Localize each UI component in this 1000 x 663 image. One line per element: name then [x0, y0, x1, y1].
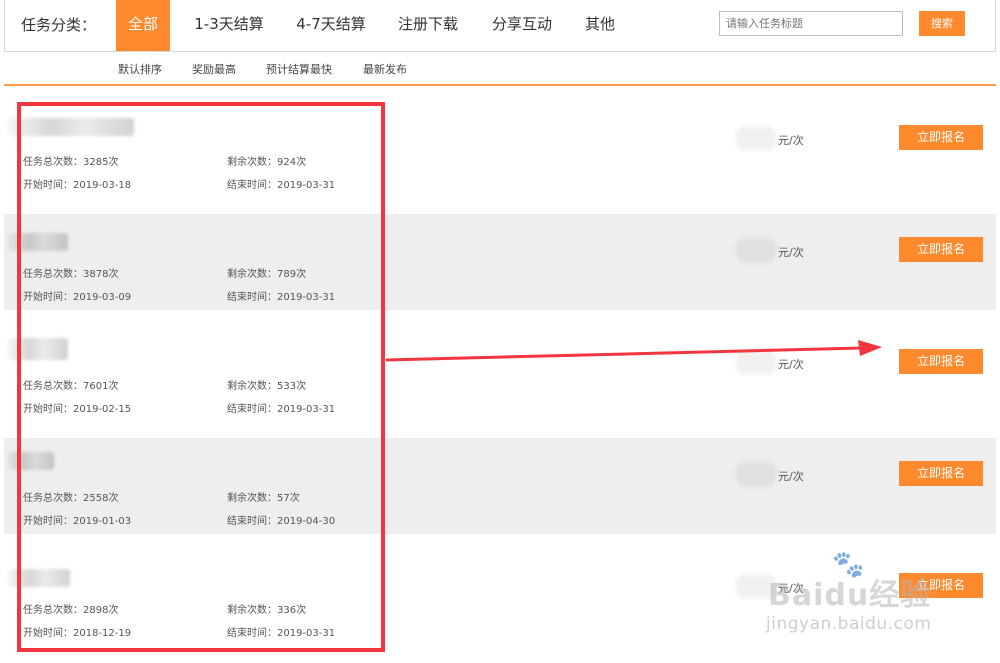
category-label: 任务分类： — [21, 16, 97, 34]
task-remaining-count: 剩余次数：336次 — [227, 605, 307, 616]
task-total-count: 任务总次数：2898次 — [23, 605, 119, 616]
sort-newest[interactable]: 最新发布 — [363, 61, 407, 77]
task-end-time: 结束时间：2019-03-31 — [227, 292, 336, 303]
task-row: 任务总次数：2558次 剩余次数：57次 开始时间：2019-01-03 结束时… — [4, 438, 996, 534]
price-unit: 元/次 — [778, 134, 804, 147]
task-total-count: 任务总次数：3878次 — [23, 269, 119, 280]
search-button[interactable]: 搜索 — [919, 11, 965, 36]
task-total-count: 任务总次数：3285次 — [23, 157, 119, 168]
tab-settle-4-7-days[interactable]: 4-7天结算 — [285, 0, 377, 51]
tab-register-download[interactable]: 注册下载 — [387, 0, 469, 51]
blurred-price — [736, 238, 776, 262]
enroll-button[interactable]: 立即报名 — [899, 461, 983, 486]
blurred-price — [736, 462, 776, 486]
task-end-time: 结束时间：2019-03-31 — [227, 628, 336, 639]
tab-settle-1-3-days[interactable]: 1-3天结算 — [183, 0, 275, 51]
blurred-price — [736, 574, 776, 598]
task-start-time: 开始时间：2019-03-18 — [23, 180, 132, 191]
task-start-time: 开始时间：2019-02-15 — [23, 404, 132, 415]
task-row: 任务总次数：3878次 剩余次数：789次 开始时间：2019-03-09 结束… — [4, 214, 996, 310]
price-unit: 元/次 — [778, 246, 804, 259]
sort-default[interactable]: 默认排序 — [118, 61, 162, 77]
task-start-time: 开始时间：2019-01-03 — [23, 516, 132, 527]
search-input[interactable] — [719, 11, 903, 36]
blurred-task-title — [8, 452, 54, 470]
tab-all[interactable]: 全部 — [116, 0, 170, 51]
blurred-price — [736, 126, 776, 150]
blurred-task-title — [8, 569, 70, 587]
task-remaining-count: 剩余次数：789次 — [227, 269, 307, 280]
task-remaining-count: 剩余次数：57次 — [227, 493, 300, 504]
task-start-time: 开始时间：2019-03-09 — [23, 292, 132, 303]
blurred-task-title — [8, 233, 68, 251]
task-total-count: 任务总次数：2558次 — [23, 493, 119, 504]
task-row: 任务总次数：3285次 剩余次数：924次 开始时间：2019-03-18 结束… — [4, 102, 996, 198]
task-total-count: 任务总次数：7601次 — [23, 381, 119, 392]
task-remaining-count: 剩余次数：533次 — [227, 381, 307, 392]
sort-fastest-settlement[interactable]: 预计结算最快 — [266, 61, 332, 77]
task-row: 任务总次数：7601次 剩余次数：533次 开始时间：2019-02-15 结束… — [4, 326, 996, 422]
tab-other[interactable]: 其他 — [575, 0, 625, 51]
tab-share-interact[interactable]: 分享互动 — [481, 0, 563, 51]
price-unit: 元/次 — [778, 470, 804, 483]
enroll-button[interactable]: 立即报名 — [899, 125, 983, 150]
task-remaining-count: 剩余次数：924次 — [227, 157, 307, 168]
blurred-task-title — [8, 118, 134, 136]
enroll-button[interactable]: 立即报名 — [899, 573, 983, 598]
enroll-button[interactable]: 立即报名 — [899, 349, 983, 374]
blurred-task-title — [8, 338, 68, 360]
blurred-price — [736, 350, 776, 374]
price-unit: 元/次 — [778, 358, 804, 371]
category-filter-bar: 任务分类： 全部 1-3天结算 4-7天结算 注册下载 分享互动 其他 搜索 — [4, 0, 996, 52]
task-row: 任务总次数：2898次 剩余次数：336次 开始时间：2018-12-19 结束… — [4, 550, 996, 646]
task-end-time: 结束时间：2019-04-30 — [227, 516, 336, 527]
orange-divider — [4, 84, 996, 86]
price-unit: 元/次 — [778, 582, 804, 595]
sort-highest-reward[interactable]: 奖励最高 — [192, 61, 236, 77]
task-start-time: 开始时间：2018-12-19 — [23, 628, 132, 639]
task-end-time: 结束时间：2019-03-31 — [227, 180, 336, 191]
enroll-button[interactable]: 立即报名 — [899, 237, 983, 262]
task-end-time: 结束时间：2019-03-31 — [227, 404, 336, 415]
